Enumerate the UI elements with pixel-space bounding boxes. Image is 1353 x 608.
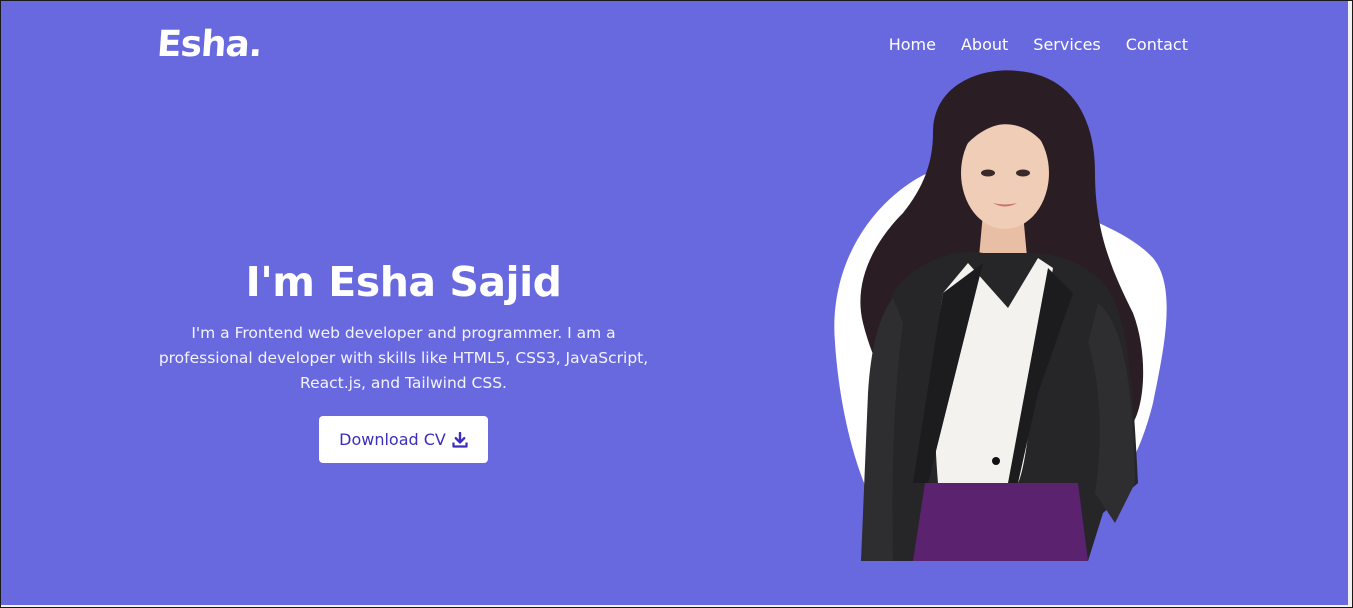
hero-section: I'm Esha Sajid I'm a Frontend web develo… <box>151 253 656 396</box>
portrait-skirt <box>913 483 1088 561</box>
download-cv-label: Download CV <box>339 430 446 449</box>
nav-home-link[interactable]: Home <box>889 34 936 56</box>
nav-about-link[interactable]: About <box>961 34 1008 56</box>
hero-description: I'm a Frontend web developer and program… <box>158 324 649 392</box>
nav-contact-link[interactable]: Contact <box>1126 34 1188 56</box>
download-icon <box>452 431 468 448</box>
profile-portrait-image <box>834 70 1167 561</box>
site-logo[interactable]: Esha. <box>155 23 263 67</box>
nav-services-link[interactable]: Services <box>1033 34 1100 56</box>
page: Esha. Home About Services Contact I'm Es… <box>0 0 1353 608</box>
page-bottom-divider <box>1 605 1352 607</box>
main-nav: Home About Services Contact <box>889 34 1188 56</box>
scrollbar-track[interactable] <box>1348 1 1352 607</box>
hero-title: I'm Esha Sajid <box>245 258 563 306</box>
download-cv-button[interactable]: Download CV <box>319 416 488 463</box>
